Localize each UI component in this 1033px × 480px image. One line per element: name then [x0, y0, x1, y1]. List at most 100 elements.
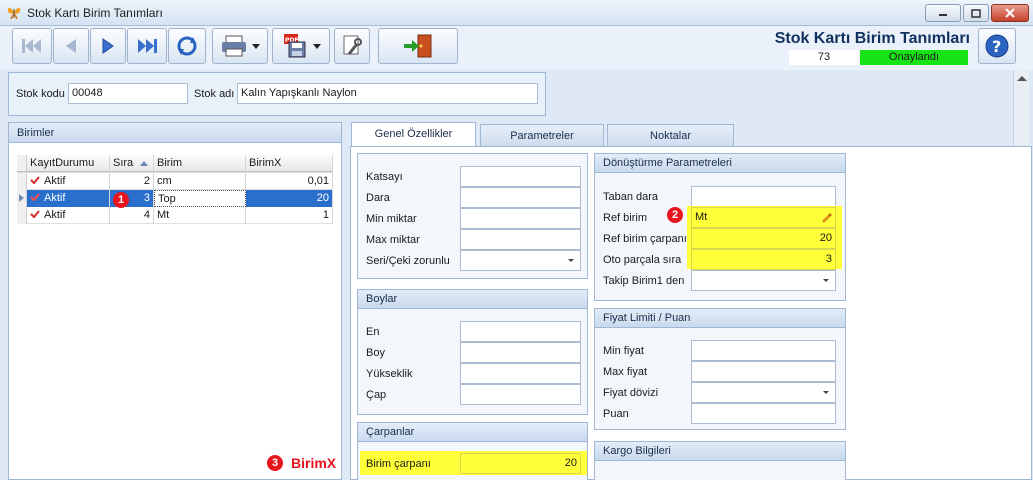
table-row[interactable]: Aktif 2 cm 0,01 — [17, 173, 333, 190]
yukseklik-input[interactable] — [460, 363, 581, 384]
wrench-icon — [343, 35, 362, 55]
birimler-panel: Birimler KayıtDurumu Sıra Birim BirimX A… — [8, 122, 342, 480]
max-miktar-label: Max miktar — [366, 234, 420, 246]
max-miktar-input[interactable] — [460, 229, 581, 250]
pdf-save-icon: PDF — [284, 34, 306, 58]
seri-ceki-label: Seri/Çeki zorunlu — [366, 255, 450, 267]
fiyat-dovizi-select[interactable] — [691, 382, 836, 403]
column-header-sira[interactable]: Sıra — [110, 155, 154, 172]
en-input[interactable] — [460, 321, 581, 342]
stock-code-input[interactable]: 00048 — [68, 83, 188, 104]
boy-input[interactable] — [460, 342, 581, 363]
stock-info-panel: Stok kodu 00048 Stok adı Kalın Yapışkanl… — [8, 72, 546, 116]
close-button[interactable] — [991, 4, 1029, 22]
page-title: Stok Kartı Birim Tanımları — [774, 30, 970, 47]
tools-button[interactable] — [334, 28, 370, 64]
birim-cell[interactable]: Top — [154, 190, 246, 207]
cap-input[interactable] — [460, 384, 581, 405]
chevron-down-icon — [823, 391, 829, 394]
minimize-icon — [939, 14, 947, 16]
previous-record-button[interactable] — [53, 28, 89, 64]
first-record-button[interactable] — [12, 28, 52, 64]
pdf-export-button[interactable]: PDF — [272, 28, 330, 64]
previous-icon — [66, 39, 76, 53]
puan-input[interactable] — [691, 403, 836, 424]
katsayi-label: Katsayı — [366, 171, 403, 183]
boylar-title: Boylar — [358, 290, 587, 309]
sort-up-icon — [140, 161, 148, 166]
min-fiyat-input[interactable] — [691, 340, 836, 361]
max-fiyat-label: Max fiyat — [603, 366, 648, 378]
stock-code-label: Stok kodu — [16, 88, 65, 100]
table-row-selected[interactable]: Aktif 3 Top 20 — [17, 190, 333, 207]
maximize-button[interactable] — [963, 4, 989, 22]
help-button[interactable]: ? — [978, 28, 1016, 64]
ref-birim-input[interactable]: Mt — [691, 207, 836, 228]
column-header[interactable]: Birim — [154, 155, 246, 172]
tab-parametreler[interactable]: Parametreler — [480, 124, 604, 146]
scroll-up-icon — [1017, 76, 1027, 81]
donusturme-group: Dönüştürme Parametreleri Taban dara Ref … — [594, 153, 846, 301]
kargo-group: Kargo Bilgileri — [594, 441, 846, 480]
print-button[interactable] — [212, 28, 268, 64]
ref-birim-carpani-input[interactable]: 20 — [691, 228, 836, 249]
column-header[interactable]: BirimX — [246, 155, 333, 172]
table-row[interactable]: Aktif 4 Mt 1 — [17, 207, 333, 224]
taban-dara-input[interactable] — [691, 186, 836, 207]
row-pointer-icon — [19, 194, 24, 202]
chevron-down-icon — [568, 259, 574, 262]
tab-genel-ozellikler[interactable]: Genel Özellikler — [351, 122, 476, 147]
birimx-cell: 0,01 — [246, 173, 333, 190]
durum-cell: Aktif — [27, 173, 110, 190]
chevron-down-icon — [823, 279, 829, 282]
minimize-button[interactable] — [925, 4, 961, 22]
birim-carpani-input[interactable]: 20 — [460, 453, 581, 474]
seri-ceki-select[interactable] — [460, 250, 581, 271]
oto-parca-sira-input[interactable]: 3 — [691, 249, 836, 270]
check-icon — [30, 210, 40, 218]
exit-button[interactable] — [378, 28, 458, 64]
birimler-title: Birimler — [9, 123, 341, 143]
en-label: En — [366, 326, 380, 338]
annotation-badge-1: 1 — [113, 192, 129, 208]
fiyat-group: Fiyat Limiti / Puan Min fiyat Max fiyat … — [594, 308, 846, 430]
record-count: 73 — [789, 50, 859, 65]
stock-name-input[interactable]: Kalın Yapışkanlı Naylon — [237, 83, 538, 104]
next-icon — [102, 38, 114, 54]
last-record-button[interactable] — [127, 28, 167, 64]
annotation-badge-2: 2 — [667, 207, 683, 223]
ref-birim-carpani-label: Ref birim çarpanı — [603, 233, 687, 245]
sira-cell: 2 — [110, 173, 154, 190]
dara-input[interactable] — [460, 187, 581, 208]
column-header[interactable]: KayıtDurumu — [27, 155, 110, 172]
birim-cell: Mt — [154, 207, 246, 224]
boylar-group: Boylar En Boy Yükseklik Çap — [357, 289, 588, 415]
birim-cell: cm — [154, 173, 246, 190]
svg-text:?: ? — [992, 37, 1001, 56]
refresh-button[interactable] — [168, 28, 206, 64]
check-icon — [30, 176, 40, 184]
title-bar: Stok Kartı Birim Tanımları — [0, 0, 1033, 26]
boy-label: Boy — [366, 347, 385, 359]
toolbar: PDF Stok Kartı Birim Tanımları 73 Onayla… — [0, 26, 1033, 70]
kargo-title: Kargo Bilgileri — [595, 442, 845, 461]
taban-dara-label: Taban dara — [603, 191, 659, 203]
max-fiyat-input[interactable] — [691, 361, 836, 382]
exit-door-icon — [404, 34, 432, 58]
puan-label: Puan — [603, 408, 629, 420]
oto-parca-sira-label: Oto parçala sıra — [603, 254, 682, 266]
annotation-badge-3: 3 — [267, 455, 283, 471]
min-miktar-input[interactable] — [460, 208, 581, 229]
yukseklik-label: Yükseklik — [366, 368, 413, 380]
window-title: Stok Kartı Birim Tanımları — [27, 6, 163, 20]
next-record-button[interactable] — [90, 28, 126, 64]
carpanlar-title: Çarpanlar — [358, 423, 587, 442]
first-icon — [22, 39, 41, 53]
min-miktar-label: Min miktar — [366, 213, 417, 225]
takip-birim-select[interactable] — [691, 270, 836, 291]
katsayi-input[interactable] — [460, 166, 581, 187]
butterfly-icon — [7, 7, 21, 20]
pencil-icon[interactable] — [820, 211, 832, 223]
tab-noktalar[interactable]: Noktalar — [607, 124, 734, 146]
fiyat-title: Fiyat Limiti / Puan — [595, 309, 845, 328]
